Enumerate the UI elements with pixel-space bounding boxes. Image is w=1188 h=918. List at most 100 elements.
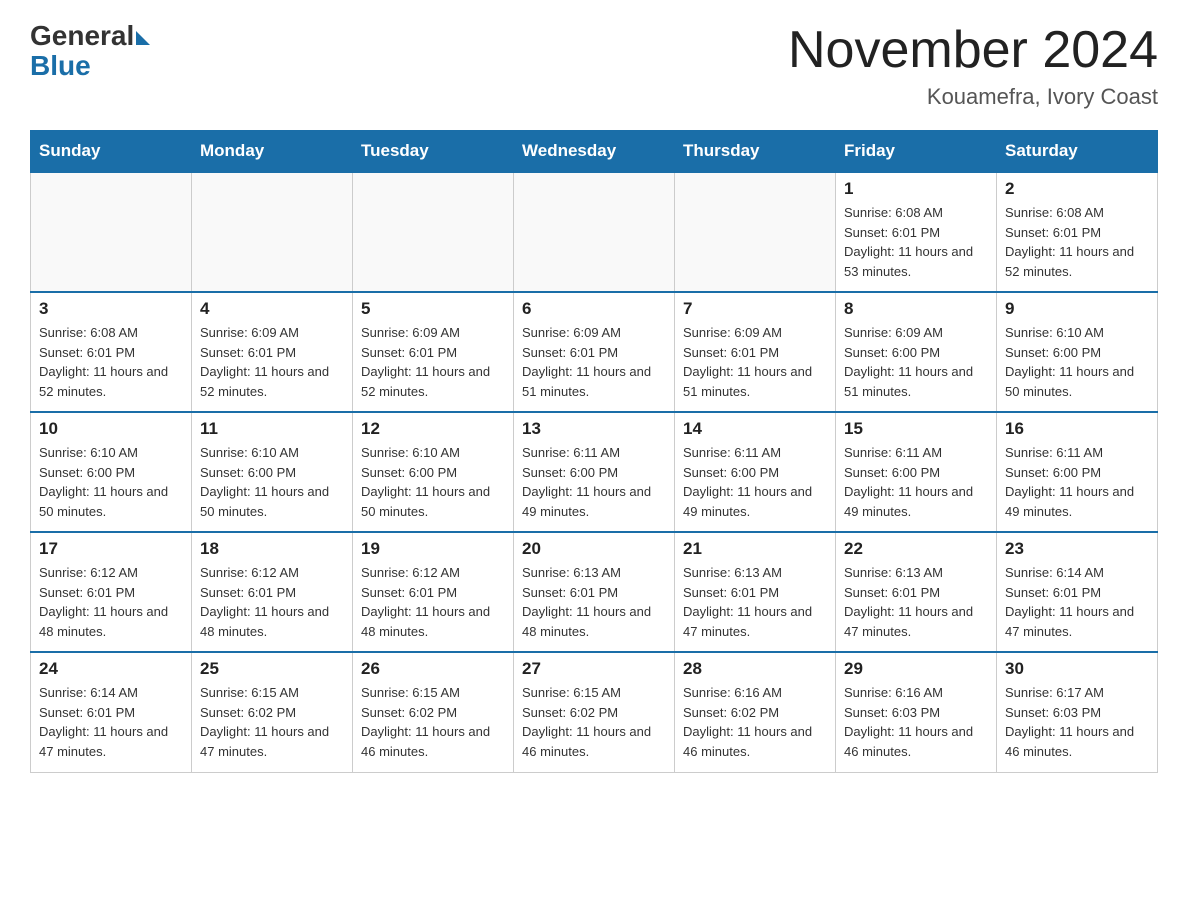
month-title: November 2024 (788, 20, 1158, 80)
calendar-cell: 1Sunrise: 6:08 AMSunset: 6:01 PMDaylight… (836, 172, 997, 292)
calendar-table: SundayMondayTuesdayWednesdayThursdayFrid… (30, 130, 1158, 773)
day-header-tuesday: Tuesday (353, 131, 514, 173)
day-number: 16 (1005, 419, 1149, 439)
sun-info: Sunrise: 6:17 AMSunset: 6:03 PMDaylight:… (1005, 683, 1149, 761)
sun-info: Sunrise: 6:13 AMSunset: 6:01 PMDaylight:… (522, 563, 666, 641)
day-header-sunday: Sunday (31, 131, 192, 173)
calendar-week-4: 17Sunrise: 6:12 AMSunset: 6:01 PMDayligh… (31, 532, 1158, 652)
sun-info: Sunrise: 6:11 AMSunset: 6:00 PMDaylight:… (683, 443, 827, 521)
calendar-cell: 21 Sunrise: 6:13 AMSunset: 6:01 PMDayligh… (675, 532, 836, 652)
day-number: 29 (844, 659, 988, 679)
day-header-monday: Monday (192, 131, 353, 173)
sun-info: Sunrise: 6:12 AMSunset: 6:01 PMDaylight:… (200, 563, 344, 641)
calendar-cell (675, 172, 836, 292)
logo-blue-text: Blue (30, 50, 91, 82)
sun-info: Sunrise: 6:10 AMSunset: 6:00 PMDaylight:… (1005, 323, 1149, 401)
sun-info: Sunrise: 6:12 AMSunset: 6:01 PMDaylight:… (39, 563, 183, 641)
calendar-cell: 19 Sunrise: 6:12 AMSunset: 6:01 PMDayligh… (353, 532, 514, 652)
sun-info: Sunrise: 6:16 AMSunset: 6:03 PMDaylight:… (844, 683, 988, 761)
sun-info: Sunrise: 6:12 AMSunset: 6:01 PMDaylight:… (361, 563, 505, 641)
sun-info: Sunrise: 6:09 AMSunset: 6:00 PMDaylight:… (844, 323, 988, 401)
calendar-cell: 27 Sunrise: 6:15 AMSunset: 6:02 PMDayligh… (514, 652, 675, 772)
calendar-cell: 13 Sunrise: 6:11 AMSunset: 6:00 PMDayligh… (514, 412, 675, 532)
calendar-cell: 29 Sunrise: 6:16 AMSunset: 6:03 PMDayligh… (836, 652, 997, 772)
calendar-cell: 18 Sunrise: 6:12 AMSunset: 6:01 PMDayligh… (192, 532, 353, 652)
day-number: 13 (522, 419, 666, 439)
calendar-cell: 3 Sunrise: 6:08 AMSunset: 6:01 PMDaylight… (31, 292, 192, 412)
calendar-cell: 23Sunrise: 6:14 AMSunset: 6:01 PMDayligh… (997, 532, 1158, 652)
calendar-cell: 12Sunrise: 6:10 AMSunset: 6:00 PMDayligh… (353, 412, 514, 532)
sun-info: Sunrise: 6:09 AMSunset: 6:01 PMDaylight:… (683, 323, 827, 401)
day-number: 5 (361, 299, 505, 319)
day-header-wednesday: Wednesday (514, 131, 675, 173)
calendar-cell: 5Sunrise: 6:09 AMSunset: 6:01 PMDaylight… (353, 292, 514, 412)
calendar-cell: 11 Sunrise: 6:10 AMSunset: 6:00 PMDayligh… (192, 412, 353, 532)
day-number: 3 (39, 299, 183, 319)
day-number: 7 (683, 299, 827, 319)
day-number: 24 (39, 659, 183, 679)
calendar-header-row: SundayMondayTuesdayWednesdayThursdayFrid… (31, 131, 1158, 173)
day-number: 20 (522, 539, 666, 559)
calendar-cell: 16 Sunrise: 6:11 AMSunset: 6:00 PMDayligh… (997, 412, 1158, 532)
day-number: 2 (1005, 179, 1149, 199)
day-number: 23 (1005, 539, 1149, 559)
calendar-cell: 15 Sunrise: 6:11 AMSunset: 6:00 PMDayligh… (836, 412, 997, 532)
day-number: 6 (522, 299, 666, 319)
day-number: 25 (200, 659, 344, 679)
calendar-cell: 14 Sunrise: 6:11 AMSunset: 6:00 PMDayligh… (675, 412, 836, 532)
sun-info: Sunrise: 6:13 AMSunset: 6:01 PMDaylight:… (844, 563, 988, 641)
sun-info: Sunrise: 6:11 AMSunset: 6:00 PMDaylight:… (844, 443, 988, 521)
sun-info: Sunrise: 6:08 AMSunset: 6:01 PMDaylight:… (39, 323, 183, 401)
day-number: 11 (200, 419, 344, 439)
calendar-cell: 4 Sunrise: 6:09 AMSunset: 6:01 PMDaylight… (192, 292, 353, 412)
calendar-week-3: 10 Sunrise: 6:10 AMSunset: 6:00 PMDayligh… (31, 412, 1158, 532)
sun-info: Sunrise: 6:13 AMSunset: 6:01 PMDaylight:… (683, 563, 827, 641)
sun-info: Sunrise: 6:15 AMSunset: 6:02 PMDaylight:… (200, 683, 344, 761)
calendar-cell: 24Sunrise: 6:14 AMSunset: 6:01 PMDayligh… (31, 652, 192, 772)
sun-info: Sunrise: 6:15 AMSunset: 6:02 PMDaylight:… (522, 683, 666, 761)
calendar-cell: 9 Sunrise: 6:10 AMSunset: 6:00 PMDaylight… (997, 292, 1158, 412)
day-header-thursday: Thursday (675, 131, 836, 173)
calendar-cell (31, 172, 192, 292)
day-number: 26 (361, 659, 505, 679)
day-header-friday: Friday (836, 131, 997, 173)
sun-info: Sunrise: 6:11 AMSunset: 6:00 PMDaylight:… (1005, 443, 1149, 521)
day-number: 30 (1005, 659, 1149, 679)
sun-info: Sunrise: 6:08 AMSunset: 6:01 PMDaylight:… (844, 203, 988, 281)
sun-info: Sunrise: 6:16 AMSunset: 6:02 PMDaylight:… (683, 683, 827, 761)
sun-info: Sunrise: 6:10 AMSunset: 6:00 PMDaylight:… (200, 443, 344, 521)
sun-info: Sunrise: 6:11 AMSunset: 6:00 PMDaylight:… (522, 443, 666, 521)
calendar-cell: 10 Sunrise: 6:10 AMSunset: 6:00 PMDayligh… (31, 412, 192, 532)
calendar-cell: 25 Sunrise: 6:15 AMSunset: 6:02 PMDayligh… (192, 652, 353, 772)
day-number: 14 (683, 419, 827, 439)
logo: General Blue (30, 20, 150, 82)
day-number: 9 (1005, 299, 1149, 319)
calendar-cell: 30 Sunrise: 6:17 AMSunset: 6:03 PMDayligh… (997, 652, 1158, 772)
calendar-cell: 26 Sunrise: 6:15 AMSunset: 6:02 PMDayligh… (353, 652, 514, 772)
day-header-saturday: Saturday (997, 131, 1158, 173)
sun-info: Sunrise: 6:09 AMSunset: 6:01 PMDaylight:… (200, 323, 344, 401)
sun-info: Sunrise: 6:09 AMSunset: 6:01 PMDaylight:… (522, 323, 666, 401)
day-number: 8 (844, 299, 988, 319)
calendar-cell: 17Sunrise: 6:12 AMSunset: 6:01 PMDayligh… (31, 532, 192, 652)
day-number: 4 (200, 299, 344, 319)
page-header: General Blue November 2024 Kouamefra, Iv… (30, 20, 1158, 110)
calendar-cell: 22 Sunrise: 6:13 AMSunset: 6:01 PMDayligh… (836, 532, 997, 652)
day-number: 28 (683, 659, 827, 679)
day-number: 18 (200, 539, 344, 559)
day-number: 22 (844, 539, 988, 559)
logo-arrow-icon (136, 31, 150, 45)
day-number: 15 (844, 419, 988, 439)
day-number: 21 (683, 539, 827, 559)
day-number: 10 (39, 419, 183, 439)
logo-text: General (30, 20, 150, 52)
calendar-week-1: 1Sunrise: 6:08 AMSunset: 6:01 PMDaylight… (31, 172, 1158, 292)
calendar-cell (192, 172, 353, 292)
calendar-cell: 6 Sunrise: 6:09 AMSunset: 6:01 PMDaylight… (514, 292, 675, 412)
sun-info: Sunrise: 6:10 AMSunset: 6:00 PMDaylight:… (39, 443, 183, 521)
sun-info: Sunrise: 6:15 AMSunset: 6:02 PMDaylight:… (361, 683, 505, 761)
calendar-week-2: 3 Sunrise: 6:08 AMSunset: 6:01 PMDaylight… (31, 292, 1158, 412)
calendar-cell (353, 172, 514, 292)
day-number: 27 (522, 659, 666, 679)
day-number: 19 (361, 539, 505, 559)
